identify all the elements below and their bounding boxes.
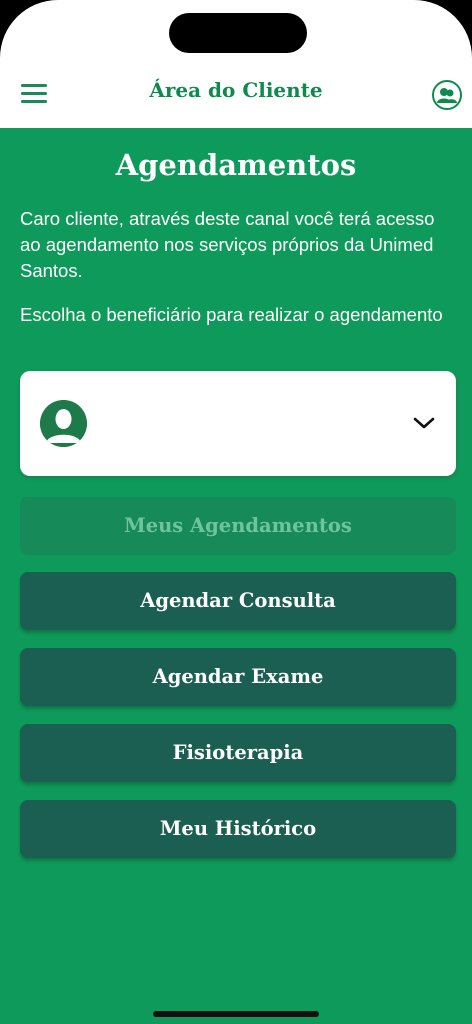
my-appointments-button[interactable]: Meus Agendamentos	[20, 497, 456, 555]
schedule-exam-button[interactable]: Agendar Exame	[20, 648, 456, 706]
my-history-button[interactable]: Meu Histórico	[20, 800, 456, 858]
app-header: Área do Cliente	[0, 0, 472, 128]
user-silhouette-icon	[40, 400, 87, 447]
intro-text: Caro cliente, através deste canal você t…	[20, 208, 435, 281]
home-indicator	[153, 1011, 319, 1017]
device-notch	[169, 13, 307, 53]
schedule-consultation-button[interactable]: Agendar Consulta	[20, 572, 456, 630]
physiotherapy-button[interactable]: Fisioterapia	[20, 724, 456, 782]
chevron-down-icon	[412, 413, 436, 433]
header-title: Área do Cliente	[149, 78, 323, 102]
beneficiary-select[interactable]	[20, 371, 456, 476]
users-icon[interactable]	[432, 80, 462, 110]
choose-beneficiary-text: Escolha o beneficiário para realizar o a…	[20, 304, 443, 325]
page-title: Agendamentos	[115, 148, 357, 182]
